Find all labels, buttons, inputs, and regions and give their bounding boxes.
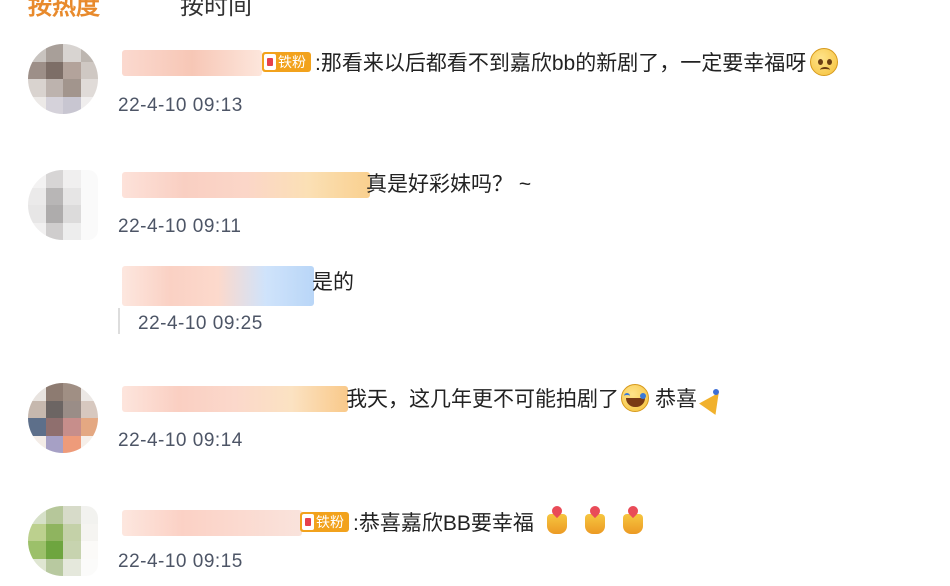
username-blurred[interactable] <box>122 172 370 198</box>
reply-text: 是的 <box>312 271 354 294</box>
comment-text: 真是好彩妹吗？ ~ <box>366 173 532 196</box>
cheer-hands-icon <box>542 506 572 536</box>
avatar[interactable] <box>28 170 98 240</box>
comment-text: 铁粉:恭喜嘉欣BB要幸福 <box>300 506 648 539</box>
reply-indent-bar <box>118 308 120 334</box>
username-blurred[interactable] <box>122 50 262 76</box>
fan-badge-icon <box>302 514 314 530</box>
comment-time: 22-4-10 09:11 <box>118 216 242 237</box>
sort-tabs: 按热度 按时间 <box>28 0 252 20</box>
party-popper-icon <box>701 387 725 411</box>
sad-face-icon <box>810 48 839 76</box>
reply-time: 22-4-10 09:25 <box>138 313 263 334</box>
comment-text: 铁粉:那看来以后都看不到嘉欣bb的新剧了，一定要幸福呀 <box>262 48 839 79</box>
cheer-hands-icon <box>580 506 610 536</box>
avatar[interactable] <box>28 506 98 576</box>
tab-time[interactable]: 按时间 <box>180 0 252 20</box>
username-blurred[interactable] <box>122 266 314 306</box>
laughing-crying-icon <box>621 384 649 412</box>
fan-badge[interactable]: 铁粉 <box>262 52 311 72</box>
comment-time: 22-4-10 09:15 <box>118 551 243 572</box>
username-blurred[interactable] <box>122 386 348 412</box>
cheer-hands-icon <box>618 506 648 536</box>
comment-time: 22-4-10 09:14 <box>118 430 243 451</box>
tab-hot[interactable]: 按热度 <box>28 0 100 20</box>
avatar[interactable] <box>28 44 98 114</box>
comment-time: 22-4-10 09:13 <box>118 95 243 116</box>
comment-text: 我天，这几年更不可能拍剧了 恭喜 <box>346 384 725 415</box>
fan-badge-icon <box>264 54 276 70</box>
fan-badge[interactable]: 铁粉 <box>300 512 349 532</box>
avatar[interactable] <box>28 383 98 453</box>
username-blurred[interactable] <box>122 510 302 536</box>
